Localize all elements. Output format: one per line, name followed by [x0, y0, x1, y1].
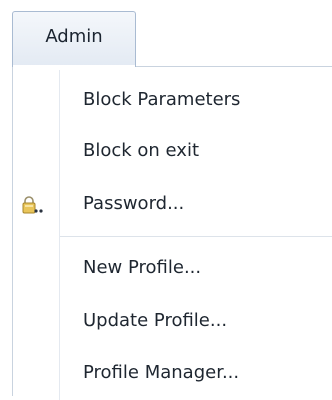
admin-menu-tab[interactable]: Admin — [12, 11, 136, 67]
menu-item-label: Block Parameters — [83, 89, 241, 110]
menu-item-profile-manager[interactable]: Profile Manager... — [13, 352, 331, 394]
menu-item-block-parameters[interactable]: Block Parameters — [13, 79, 331, 121]
menu-item-new-profile[interactable]: New Profile... — [13, 247, 331, 289]
menu-item-label: Update Profile... — [83, 310, 228, 331]
menu-item-label: Block on exit — [83, 140, 200, 161]
lock-key-icon — [22, 195, 44, 215]
menu-separator — [60, 236, 332, 237]
tab-joiner — [13, 65, 135, 68]
menu-item-password[interactable]: Password... — [13, 183, 331, 225]
admin-menu-label: Admin — [45, 26, 103, 47]
menu-item-label: Password... — [83, 193, 185, 214]
menu-item-label: Profile Manager... — [83, 362, 240, 383]
menu-item-block-on-exit[interactable]: Block on exit — [13, 130, 331, 172]
menu-item-update-profile[interactable]: Update Profile... — [13, 300, 331, 342]
menu-item-label: New Profile... — [83, 257, 202, 278]
